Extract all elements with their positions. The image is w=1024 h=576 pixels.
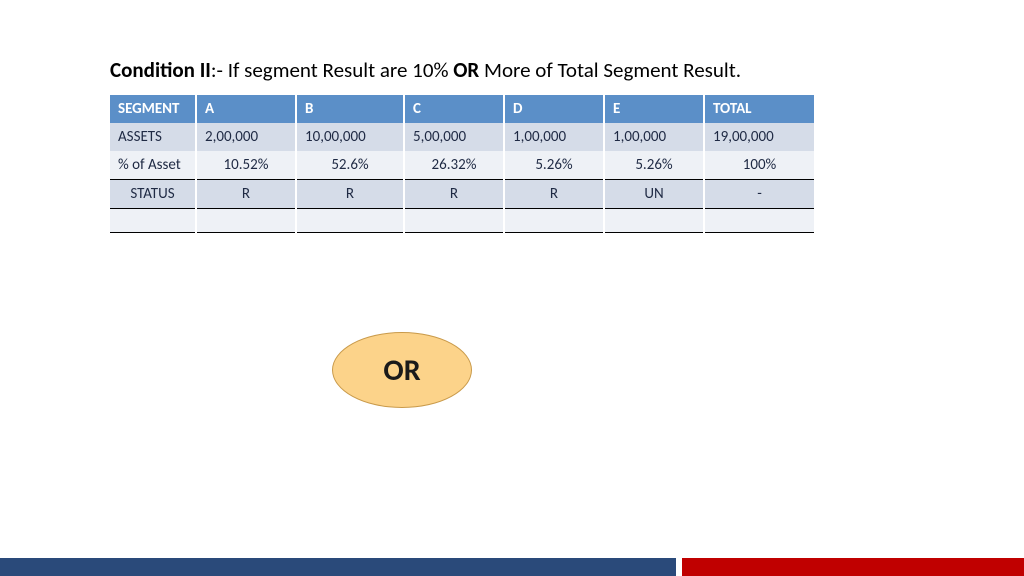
heading-mid: :- If segment Result are 10%	[211, 57, 453, 83]
cell-value: 52.6%	[296, 151, 404, 180]
cell-value: UN	[604, 180, 704, 209]
heading-rest: More of Total Segment Result.	[479, 57, 741, 83]
table-header-row: SEGMENT A B C D E TOTAL	[110, 95, 814, 123]
cell-value: R	[404, 180, 504, 209]
cell-value: 1,00,000	[504, 123, 604, 151]
cell-label: STATUS	[110, 180, 196, 209]
cell-value: 10,00,000	[296, 123, 404, 151]
th-c: C	[404, 95, 504, 123]
table-row: ASSETS 2,00,000 10,00,000 5,00,000 1,00,…	[110, 123, 814, 151]
cell-value: 1,00,000	[604, 123, 704, 151]
footer-blue	[0, 558, 676, 576]
table-row: % of Asset 10.52% 52.6% 26.32% 5.26% 5.2…	[110, 151, 814, 180]
cell-value: R	[296, 180, 404, 209]
condition-heading: Condition II:- If segment Result are 10%…	[110, 56, 914, 85]
segment-table: SEGMENT A B C D E TOTAL ASSETS 2,00,000 …	[110, 95, 814, 233]
heading-or: OR	[453, 57, 479, 83]
th-b: B	[296, 95, 404, 123]
cell-value: R	[504, 180, 604, 209]
table-row	[110, 209, 814, 233]
cell-value: 100%	[704, 151, 814, 180]
th-total: TOTAL	[704, 95, 814, 123]
cell-label: ASSETS	[110, 123, 196, 151]
cell-value: -	[704, 180, 814, 209]
heading-prefix: Condition II	[110, 57, 211, 83]
cell-value: 19,00,000	[704, 123, 814, 151]
footer-red	[682, 558, 1024, 576]
cell-value: R	[196, 180, 296, 209]
cell-value: 2,00,000	[196, 123, 296, 151]
cell-value: 5,00,000	[404, 123, 504, 151]
th-d: D	[504, 95, 604, 123]
footer-bar	[0, 558, 1024, 576]
cell-value: 5.26%	[504, 151, 604, 180]
or-text: OR	[383, 352, 420, 389]
th-a: A	[196, 95, 296, 123]
th-e: E	[604, 95, 704, 123]
or-badge: OR	[332, 332, 472, 408]
th-segment: SEGMENT	[110, 95, 196, 123]
cell-value: 5.26%	[604, 151, 704, 180]
cell-value: 26.32%	[404, 151, 504, 180]
cell-value: 10.52%	[196, 151, 296, 180]
table-row: STATUS R R R R UN -	[110, 180, 814, 209]
cell-label: % of Asset	[110, 151, 196, 180]
